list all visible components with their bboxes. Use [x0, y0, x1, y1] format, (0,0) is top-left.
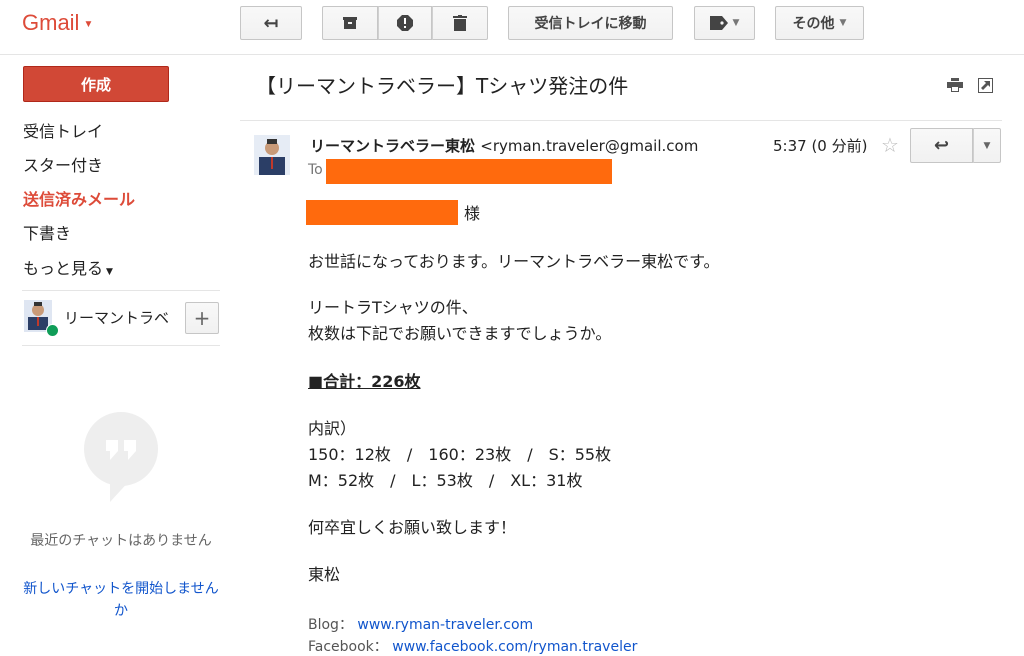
greeting-text: お世話になっております。リーマントラベラー東松です。 — [308, 252, 720, 271]
gmail-logo[interactable]: Gmail ▼ — [22, 10, 93, 36]
archive-icon — [343, 17, 357, 29]
blog-link[interactable]: www.ryman-traveler.com — [357, 617, 533, 633]
message-subject: 【リーマントラベラー】Tシャツ発注の件 — [256, 74, 629, 98]
hangouts-quote-icon — [84, 412, 158, 502]
compose-button[interactable]: 作成 — [23, 66, 169, 102]
delete-button[interactable] — [432, 6, 488, 40]
sidebar-item-inbox[interactable]: 受信トレイ — [23, 118, 103, 142]
signature-name: 東松 — [308, 565, 341, 584]
redacted-recipient — [326, 159, 612, 184]
chat-user-avatar[interactable] — [24, 300, 59, 337]
report-spam-button[interactable] — [378, 6, 432, 40]
facebook-line: Facebook： www.facebook.com/ryman.travele… — [308, 636, 637, 656]
trash-icon — [453, 15, 467, 31]
start-chat-link[interactable]: 新しいチャットを開始しませんか — [18, 578, 224, 622]
recipient-line[interactable]: To — [308, 162, 323, 178]
new-window-button[interactable] — [976, 76, 994, 94]
chevron-down-icon: ▼ — [106, 267, 113, 277]
move-to-inbox-button[interactable]: 受信トレイに移動 — [508, 6, 673, 40]
redacted-addressee — [306, 200, 458, 225]
facebook-link[interactable]: www.facebook.com/ryman.traveler — [392, 639, 637, 655]
arrow-back-icon: ↤ — [263, 12, 279, 34]
add-chat-button[interactable]: + — [185, 302, 219, 334]
reply-button-group: ↩ ▼ — [910, 128, 1001, 163]
chevron-down-icon: ▼ — [839, 18, 847, 28]
sidebar-more-label: もっと見る — [23, 259, 104, 278]
print-button[interactable] — [946, 76, 964, 94]
sender-line: リーマントラベラー東松 <ryman.traveler@gmail.com — [310, 135, 698, 156]
body-line: リートラTシャツの件、 — [308, 298, 478, 317]
closing-text: 何卒宜しくお願い致します！ — [308, 518, 517, 537]
action-button-group — [322, 6, 488, 40]
sidebar-item-drafts[interactable]: 下書き — [23, 220, 71, 244]
app-logo-text: Gmail — [22, 10, 80, 35]
toolbar-divider — [0, 54, 1024, 55]
breakdown-line: 150：12枚 / 160：23枚 / S：55枚 — [308, 445, 612, 464]
message-time: 5:37 (0 分前) — [773, 137, 868, 155]
salutation-suffix: 様 — [464, 204, 481, 223]
facebook-label: Facebook： — [308, 639, 388, 655]
back-button[interactable]: ↤ — [240, 6, 302, 40]
compose-label: 作成 — [80, 75, 111, 94]
breakdown-line: M：52枚 / L：53枚 / XL：31枚 — [308, 471, 583, 490]
archive-button[interactable] — [322, 6, 378, 40]
subject-divider — [240, 120, 1002, 121]
star-icon[interactable]: ☆ — [881, 133, 899, 157]
more-button[interactable]: その他 ▼ — [775, 6, 864, 40]
reply-icon: ↩ — [933, 135, 950, 156]
sidebar-item-starred[interactable]: スター付き — [23, 152, 103, 176]
chevron-down-icon: ▼ — [732, 18, 740, 28]
avatar — [254, 135, 290, 175]
print-icon — [947, 78, 963, 92]
sidebar-divider — [22, 290, 220, 291]
blog-label: Blog： — [308, 617, 353, 633]
label-tag-icon — [709, 16, 728, 30]
blog-line: Blog： www.ryman-traveler.com — [308, 614, 533, 634]
sidebar-item-more[interactable]: もっと見る ▼ — [23, 255, 113, 279]
body-line: 枚数は下記でお願いできますでしょうか。 — [308, 324, 612, 343]
order-total: ■合計：226枚 — [308, 372, 421, 391]
sidebar-item-sent[interactable]: 送信済みメール — [23, 186, 135, 210]
labels-button[interactable]: ▼ — [694, 6, 755, 40]
chat-empty-message: 最近のチャットはありません — [30, 533, 212, 549]
sender-email: <ryman.traveler@gmail.com — [480, 137, 699, 155]
open-in-new-window-icon — [977, 77, 993, 93]
to-label: To — [308, 162, 323, 178]
breakdown-title: 内訳） — [308, 419, 357, 438]
chat-divider — [22, 345, 220, 346]
plus-icon: + — [193, 306, 211, 330]
report-spam-icon — [397, 15, 413, 31]
online-status-dot — [46, 324, 59, 337]
chevron-down-icon: ▼ — [983, 140, 991, 151]
chevron-down-icon: ▼ — [83, 18, 94, 30]
move-to-inbox-label: 受信トレイに移動 — [534, 16, 647, 32]
reply-button[interactable]: ↩ — [910, 128, 973, 163]
sender-name[interactable]: リーマントラベラー東松 — [310, 137, 475, 155]
more-label: その他 — [792, 16, 835, 32]
reply-more-button[interactable]: ▼ — [973, 128, 1001, 163]
sender-avatar[interactable] — [254, 135, 290, 175]
chat-user-name[interactable]: リーマントラベ — [64, 307, 169, 328]
